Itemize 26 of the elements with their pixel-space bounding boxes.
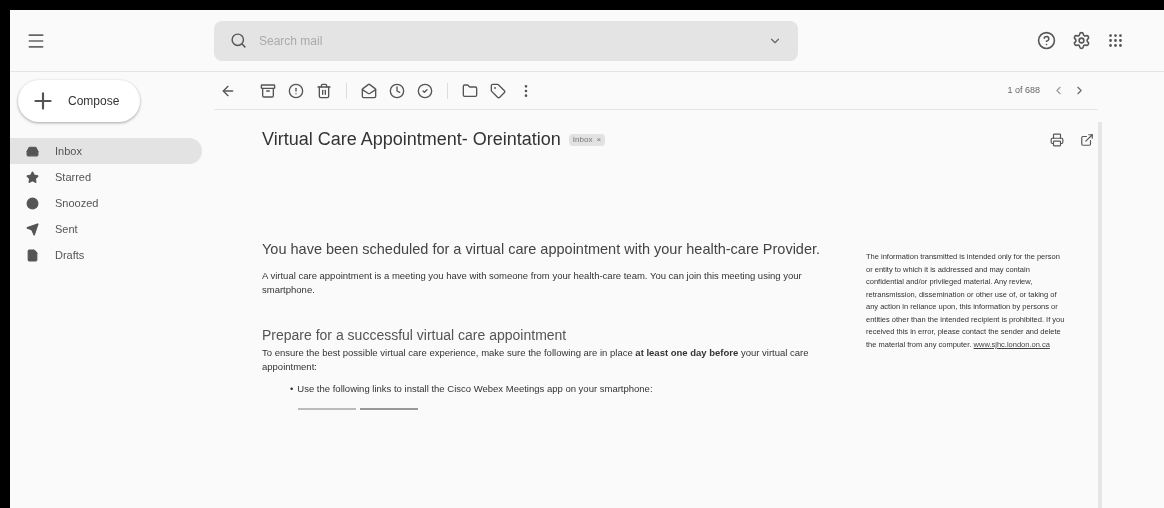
search-field[interactable]: Search mail [214,20,798,61]
send-icon [26,222,39,236]
sidebar-item[interactable]: Drafts [10,242,202,268]
label-chip[interactable]: Inbox × [568,133,606,146]
bullet-item: Use the following links to install the Cisco Webex Meetings app on your smartphone: [297,381,653,396]
bullet-marker: • [290,381,294,396]
prepare-paragraph: To ensure the best possible virtual care experience, make sure the following are in place at least one day before your virtual care appointment: [262,345,810,374]
email-heading: You have been scheduled for a virtual care appointment with your health-care Provider. [262,240,822,259]
sidebar-item[interactable]: Sent [10,216,202,242]
sidebar-item[interactable]: Snoozed [10,190,202,216]
print-icon[interactable] [1050,132,1064,147]
apps-icon[interactable] [1107,32,1124,49]
section-heading: Prepare for a successful virtual care appointment [262,325,568,345]
pager-text: 1 of 688 [1007,83,1040,97]
settings-icon[interactable] [1072,31,1091,50]
compose-button[interactable]: Compose [18,80,140,122]
sidebar-item[interactable]: Inbox [10,138,202,164]
help-icon[interactable] [1037,31,1056,50]
email-subject: Virtual Care Appointment- Oreintation [262,128,561,151]
search-input[interactable]: Search mail [259,31,756,50]
intro-paragraph: A virtual care appointment is a meeting you have with someone from your health-care team. You can join this meeting using your smartphone. [262,268,803,297]
file-icon [26,248,39,262]
search-icon[interactable] [230,32,247,49]
star-icon [26,170,39,184]
sidebar-item[interactable]: Starred [10,164,202,190]
open-icon[interactable] [1080,132,1094,147]
